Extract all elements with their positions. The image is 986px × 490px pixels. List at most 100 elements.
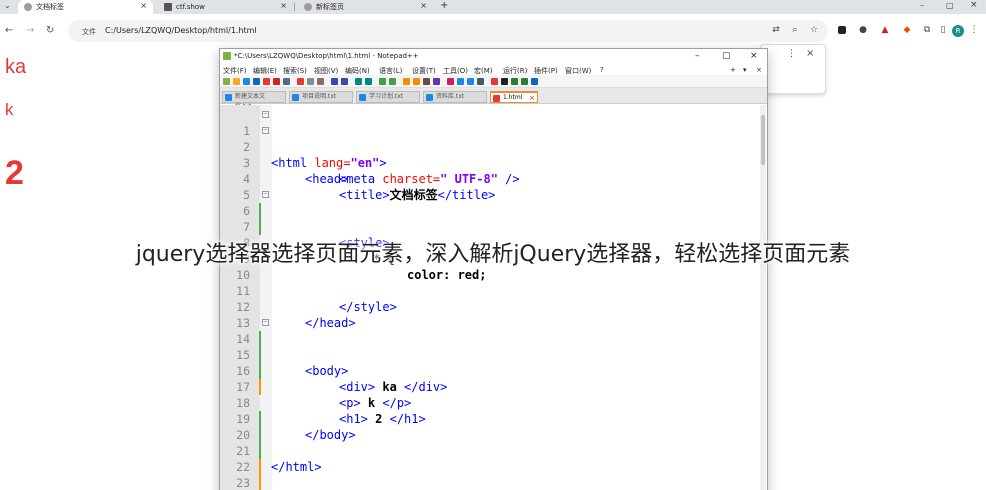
zoom-out-icon[interactable] bbox=[389, 78, 396, 85]
file-saved-icon bbox=[359, 94, 366, 101]
tab-ctfshow[interactable]: ctf.show × bbox=[158, 0, 293, 14]
sidebar-icon[interactable]: ▯ bbox=[938, 25, 948, 35]
file-tab-label: 1.html bbox=[503, 94, 523, 101]
file-tab[interactable]: 项目说明.txt bbox=[289, 91, 353, 103]
code-line: 21 bbox=[220, 427, 767, 458]
popup-close-icon[interactable]: × bbox=[806, 48, 814, 59]
record-macro-icon[interactable] bbox=[491, 78, 498, 85]
menu-help[interactable]: ? bbox=[600, 66, 604, 74]
udl-icon[interactable] bbox=[447, 78, 454, 85]
save-macro-icon[interactable] bbox=[531, 78, 538, 85]
code-line: 3 <meta charset=" UTF-8" /> bbox=[220, 139, 767, 186]
extension-red-icon[interactable]: ▲ bbox=[880, 25, 890, 35]
minimize-button[interactable]: – bbox=[920, 1, 924, 10]
github-icon[interactable]: ● bbox=[858, 25, 868, 35]
fold-minus-icon[interactable]: − bbox=[262, 127, 269, 134]
menu-add[interactable]: + bbox=[730, 66, 736, 74]
save-icon[interactable] bbox=[243, 78, 250, 85]
new-tab-button[interactable]: + bbox=[440, 0, 448, 11]
file-saved-icon bbox=[426, 94, 433, 101]
file-saved-icon bbox=[225, 94, 232, 101]
undo-icon[interactable] bbox=[331, 78, 338, 85]
code-line: 18 bbox=[220, 379, 767, 410]
doc-map-icon[interactable] bbox=[457, 78, 464, 85]
extension-icon[interactable] bbox=[838, 26, 846, 34]
forward-icon[interactable]: → bbox=[26, 25, 34, 36]
zoom-icon[interactable]: ⌕ bbox=[790, 25, 800, 35]
open-file-icon[interactable] bbox=[233, 78, 240, 85]
file-tab[interactable]: 新建文本文档.txt bbox=[222, 91, 286, 110]
article-caption: jquery选择器选择页面元素，深入解析jQuery选择器，轻松选择页面元素 bbox=[135, 242, 851, 267]
redo-icon[interactable] bbox=[341, 78, 348, 85]
change-marker bbox=[259, 331, 261, 347]
fold-minus-icon[interactable]: − bbox=[262, 191, 269, 198]
zoom-in-icon[interactable] bbox=[379, 78, 386, 85]
find-icon[interactable] bbox=[355, 78, 362, 85]
paste-icon[interactable] bbox=[317, 78, 324, 85]
tab-new[interactable]: 新标签页 × bbox=[298, 0, 433, 14]
back-icon[interactable]: ← bbox=[5, 25, 13, 36]
globe-icon bbox=[24, 3, 32, 11]
file-tab[interactable]: 学习计划.txt bbox=[356, 91, 420, 103]
save-all-icon[interactable] bbox=[253, 78, 260, 85]
new-file-icon[interactable] bbox=[223, 78, 230, 85]
show-all-icon[interactable] bbox=[423, 78, 430, 85]
tab-search-icon[interactable]: ⌄ bbox=[4, 1, 11, 10]
npp-close-button[interactable]: × bbox=[750, 51, 758, 61]
code-editor[interactable]: 1 − <html lang="en"> 2 − <head> 3 <meta … bbox=[220, 105, 767, 490]
sync-scroll-icon[interactable] bbox=[403, 78, 410, 85]
cut-icon[interactable] bbox=[297, 78, 304, 85]
close-tab-icon[interactable]: × bbox=[420, 1, 427, 10]
indent-guide-icon[interactable] bbox=[433, 78, 440, 85]
menu-icon[interactable]: ⋮ bbox=[969, 25, 979, 35]
code-line: 17 <h1> 2 </h1> bbox=[220, 363, 767, 426]
code-line: 14 − <body> bbox=[220, 315, 767, 379]
function-list-icon[interactable] bbox=[467, 78, 474, 85]
screen: ⌄ 文档标签 × ctf.show × 新标签页 × + – ▢ × ← → ↻… bbox=[0, 0, 986, 490]
tab-document[interactable]: 文档标签 × bbox=[18, 0, 153, 14]
close-tab-icon[interactable]: × bbox=[140, 1, 147, 10]
replace-icon[interactable] bbox=[365, 78, 372, 85]
extensions-puzzle-icon[interactable]: ⧉ bbox=[922, 25, 932, 35]
profile-avatar[interactable]: R bbox=[952, 25, 964, 37]
address-text[interactable]: C:/Users/LZQWQ/Desktop/html/1.html bbox=[105, 26, 257, 35]
extension-orange-icon[interactable]: ◆ bbox=[902, 25, 912, 35]
change-marker bbox=[259, 219, 261, 235]
popup-menu-icon[interactable]: ⋮ bbox=[787, 49, 796, 59]
close-file-icon[interactable] bbox=[263, 78, 270, 85]
menu-close[interactable]: × bbox=[756, 66, 762, 74]
file-tab[interactable]: 资料库.txt bbox=[423, 91, 487, 103]
copy-icon[interactable] bbox=[307, 78, 314, 85]
vertical-scrollbar[interactable] bbox=[760, 105, 766, 490]
print-icon[interactable] bbox=[283, 78, 290, 85]
menu-dropdown[interactable]: ▾ bbox=[743, 66, 747, 74]
globe-icon bbox=[304, 3, 312, 11]
browser-popup: ⋮ × bbox=[760, 44, 826, 94]
page-p-text: k bbox=[5, 100, 14, 119]
stop-macro-icon[interactable] bbox=[501, 78, 508, 85]
file-tab-active[interactable]: 1.html × bbox=[490, 91, 538, 103]
word-wrap-icon[interactable] bbox=[413, 78, 420, 85]
reload-icon[interactable]: ↻ bbox=[46, 25, 54, 36]
npp-minimize-button[interactable]: – bbox=[695, 51, 700, 61]
close-file-tab-icon[interactable]: × bbox=[529, 93, 535, 103]
change-marker bbox=[259, 427, 261, 443]
translate-icon[interactable]: ⇄ bbox=[771, 25, 781, 35]
code-line: 1 − <html lang="en"> bbox=[220, 107, 767, 171]
folder-workspace-icon[interactable] bbox=[477, 78, 484, 85]
code-line: 11 </style> bbox=[220, 267, 767, 314]
fold-minus-icon[interactable]: − bbox=[262, 319, 269, 326]
code-line: 24 bbox=[220, 475, 767, 490]
runner-icon bbox=[164, 3, 172, 11]
close-all-icon[interactable] bbox=[273, 78, 280, 85]
close-tab-icon[interactable]: × bbox=[280, 1, 287, 10]
bookmark-star-icon[interactable]: ☆ bbox=[809, 25, 819, 35]
maximize-button[interactable]: ▢ bbox=[946, 1, 954, 10]
fold-minus-icon[interactable]: − bbox=[262, 111, 269, 118]
close-window-button[interactable]: × bbox=[970, 0, 978, 10]
run-macro-multiple-icon[interactable] bbox=[521, 78, 528, 85]
code-line: 13 bbox=[220, 299, 767, 330]
scrollbar-thumb[interactable] bbox=[761, 115, 765, 165]
play-macro-icon[interactable] bbox=[511, 78, 518, 85]
npp-maximize-button[interactable]: ▢ bbox=[722, 51, 731, 61]
